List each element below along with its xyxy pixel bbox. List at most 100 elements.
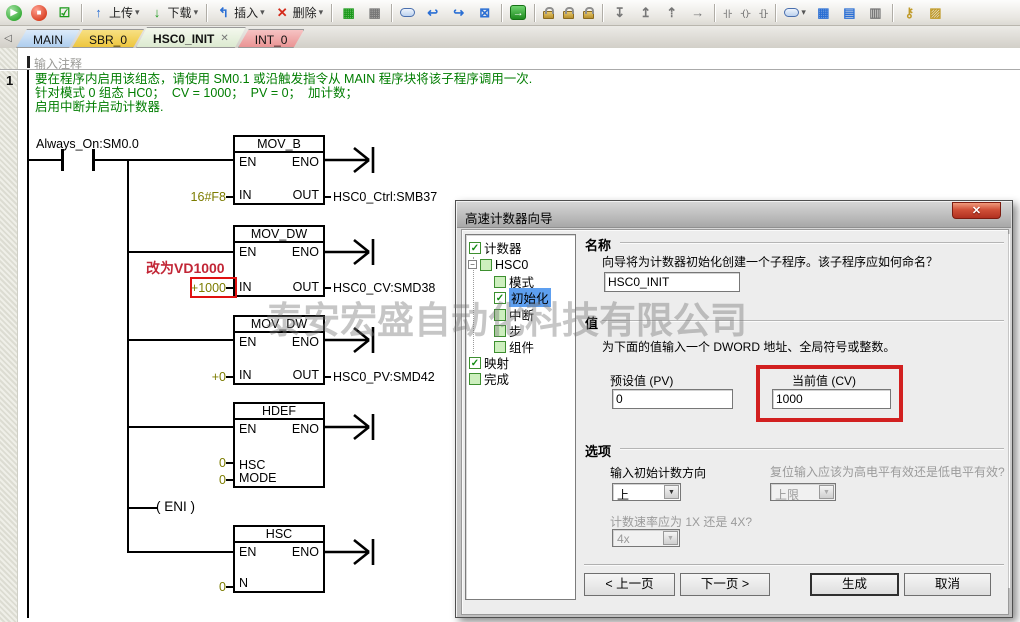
pou-green-icon: ▦ bbox=[340, 5, 357, 21]
pou-view-button[interactable]: ▦ bbox=[337, 4, 360, 22]
operand-value[interactable]: +1000 bbox=[166, 281, 226, 295]
new-network-button[interactable] bbox=[397, 7, 418, 18]
operand-value[interactable]: 0 bbox=[196, 473, 226, 487]
tab-int0[interactable]: INT_0 bbox=[238, 29, 305, 48]
insert-coil-button[interactable]: -( )- bbox=[737, 7, 753, 19]
insert-icon: ↰ bbox=[215, 5, 232, 21]
operand-value[interactable]: 16#F8 bbox=[166, 190, 226, 204]
pin-mode-label: MODE bbox=[239, 471, 277, 485]
pin-in-label: IN bbox=[239, 280, 252, 294]
prev-page-button[interactable]: < 上一页 bbox=[584, 573, 675, 596]
operand-value[interactable]: 0 bbox=[196, 580, 226, 594]
network-comment-line[interactable]: 启用中断并启动计数器. bbox=[35, 101, 163, 115]
checkbox-icon[interactable] bbox=[480, 259, 492, 271]
checkbox-checked-icon[interactable]: ✓ bbox=[469, 242, 481, 254]
dialog-close-button[interactable]: ✕ bbox=[952, 202, 1001, 219]
properties-button[interactable]: ▨ bbox=[924, 4, 947, 22]
instruction-block-movb[interactable]: MOV_B EN ENO IN OUT bbox=[233, 135, 325, 205]
unlock-button[interactable] bbox=[560, 5, 577, 20]
dialog-content-panel: ✓ 计数器 − HSC0 模式 ✓ 初始化 中断 bbox=[461, 229, 1009, 615]
redo-button[interactable]: ↪ bbox=[447, 4, 470, 22]
status-chart-button[interactable]: ▤ bbox=[838, 4, 861, 22]
lock-button[interactable] bbox=[540, 5, 557, 20]
insert-caret-icon[interactable]: ▾ bbox=[260, 7, 265, 18]
reset-level-label: 复位输入应该为高电平有效还是低电平有效? bbox=[770, 463, 1005, 480]
generate-button[interactable]: 生成 bbox=[810, 573, 899, 596]
contact-bar[interactable] bbox=[61, 149, 64, 171]
next-page-button[interactable]: 下一页 > bbox=[680, 573, 770, 596]
lock-add-button[interactable] bbox=[580, 5, 597, 20]
pou-gray-button[interactable]: ▦ bbox=[363, 4, 386, 22]
insert-button[interactable]: ↰ 插入 ▾ bbox=[212, 3, 268, 22]
instruction-block-hsc[interactable]: HSC EN ENO N bbox=[233, 525, 325, 593]
rung-wire bbox=[128, 339, 233, 341]
symbol-table-button[interactable]: ▦ bbox=[812, 4, 835, 22]
insert-box-button[interactable]: -[ ]- bbox=[756, 7, 771, 19]
network-comment-line[interactable]: 要在程序内启用该组态，请使用 SM0.1 或沿触发指令从 MAIN 程序块将该子… bbox=[35, 73, 532, 87]
expander-minus-icon[interactable]: − bbox=[468, 260, 477, 269]
address-tag-button[interactable]: ▾ bbox=[781, 6, 809, 19]
delete-caret-icon[interactable]: ▾ bbox=[319, 7, 324, 18]
line-right-button[interactable]: → bbox=[686, 4, 709, 22]
tree-item-counter[interactable]: ✓ 计数器 bbox=[469, 240, 522, 255]
operand-value[interactable]: +0 bbox=[166, 370, 226, 384]
tab-close-icon[interactable]: ✕ bbox=[220, 33, 228, 44]
operand-address[interactable]: HSC0_Ctrl:SMB37 bbox=[333, 190, 437, 204]
delete-button[interactable]: ✕ 删除 ▾ bbox=[271, 3, 327, 22]
operand-value[interactable]: 0 bbox=[196, 456, 226, 470]
tree-item-mapping[interactable]: ✓ 映射 bbox=[469, 355, 509, 370]
password-button[interactable]: ⚷ bbox=[898, 4, 921, 22]
tab-main[interactable]: MAIN bbox=[16, 29, 80, 48]
download-button[interactable]: ↓ 下载 ▾ bbox=[146, 3, 202, 22]
dialog-title-bar[interactable]: 高速计数器向导 bbox=[457, 202, 1011, 228]
combobox-arrow-icon: ▼ bbox=[819, 485, 834, 499]
line-up-button[interactable]: ⇡ bbox=[660, 4, 683, 22]
count-direction-combobox[interactable]: 上 ▼ bbox=[612, 483, 681, 501]
close-box-icon: ⊠ bbox=[476, 5, 493, 21]
pin-n-label: N bbox=[239, 576, 248, 590]
run-subroutine-button[interactable]: → bbox=[507, 4, 529, 21]
checkbox-icon[interactable] bbox=[469, 373, 481, 385]
checkbox-checked-icon[interactable]: ✓ bbox=[469, 357, 481, 369]
run-button[interactable]: ▶ bbox=[3, 4, 25, 22]
tree-item-mode[interactable]: 模式 bbox=[494, 274, 534, 289]
delete-network-button[interactable]: ⊠ bbox=[473, 4, 496, 22]
tab-hsc0-init[interactable]: HSC0_INIT ✕ bbox=[136, 27, 246, 48]
undo-button[interactable]: ↩ bbox=[421, 4, 444, 22]
block-title: HSC bbox=[235, 527, 323, 543]
pin-tick bbox=[226, 479, 233, 481]
tab-scroll-left-icon[interactable]: ◁ bbox=[0, 33, 16, 48]
tree-item-finish[interactable]: 完成 bbox=[469, 371, 509, 386]
upload-caret-icon[interactable]: ▾ bbox=[135, 7, 140, 18]
stop-button[interactable]: ■ bbox=[28, 4, 50, 22]
cross-reference-icon: ▥ bbox=[867, 5, 884, 21]
address-tag-caret-icon[interactable]: ▾ bbox=[801, 7, 806, 18]
network-comment-line[interactable]: 针对模式 0 组态 HC0； CV = 1000； PV = 0； 加计数； bbox=[35, 87, 358, 101]
operand-address[interactable]: HSC0_PV:SMD42 bbox=[333, 370, 435, 384]
content-right-edge bbox=[1008, 234, 1009, 588]
branch-up-button[interactable]: ↥ bbox=[634, 4, 657, 22]
download-label: 下载 bbox=[168, 4, 192, 21]
checkbox-icon[interactable] bbox=[494, 276, 506, 288]
insert-contact-button[interactable]: -| |- bbox=[720, 7, 734, 19]
editor-separator bbox=[0, 69, 1020, 71]
combobox-arrow-icon[interactable]: ▼ bbox=[664, 485, 679, 499]
download-caret-icon[interactable]: ▾ bbox=[194, 7, 199, 18]
cross-reference-button[interactable]: ▥ bbox=[864, 4, 887, 22]
eni-coil[interactable]: ( ENI ) bbox=[156, 499, 195, 514]
pin-hsc-label: HSC bbox=[239, 458, 265, 472]
tree-item-hsc0[interactable]: − HSC0 bbox=[468, 257, 528, 272]
contact-operand-label[interactable]: Always_On:SM0.0 bbox=[36, 137, 139, 151]
compile-button[interactable]: ☑ bbox=[53, 4, 76, 22]
subroutine-name-input[interactable] bbox=[604, 272, 740, 292]
toolbar-separator bbox=[81, 4, 82, 22]
instruction-block-hdef[interactable]: HDEF EN ENO HSC MODE bbox=[233, 402, 325, 488]
tab-sbr0[interactable]: SBR_0 bbox=[72, 29, 144, 48]
instruction-block-movdw-cv[interactable]: MOV_DW EN ENO IN OUT bbox=[233, 225, 325, 297]
continuation-arrow-icon bbox=[325, 412, 382, 442]
pin-eno-label: ENO bbox=[292, 545, 319, 559]
cancel-button[interactable]: 取消 bbox=[904, 573, 991, 596]
pv-input[interactable] bbox=[612, 389, 733, 409]
branch-down-button[interactable]: ↧ bbox=[608, 4, 631, 22]
upload-button[interactable]: ↑ 上传 ▾ bbox=[87, 3, 143, 22]
